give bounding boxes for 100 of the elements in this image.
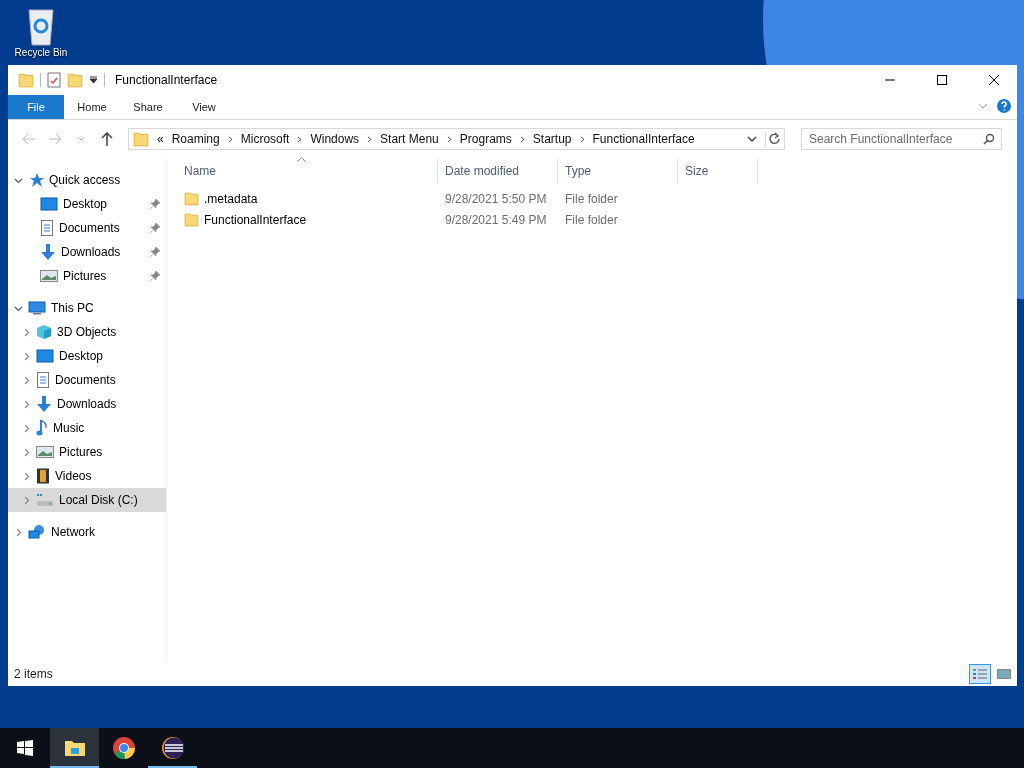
nav-item[interactable]: Desktop — [8, 192, 166, 216]
folder-icon — [184, 212, 199, 227]
pin-icon[interactable] — [150, 223, 160, 233]
column-header[interactable]: Name — [177, 158, 438, 184]
picture-icon — [997, 668, 1011, 680]
star-icon — [28, 172, 44, 188]
music-note-icon — [36, 419, 48, 437]
table-cell-text: 9/28/2021 5:50 PM — [444, 191, 548, 206]
ribbon-tab[interactable]: View — [176, 95, 232, 119]
document-icon — [40, 220, 54, 236]
table-cell-text: 9/28/2021 5:49 PM — [444, 212, 548, 227]
network-icon — [28, 524, 46, 540]
nav-item[interactable]: Local Disk (C:) — [8, 488, 166, 512]
file-name[interactable]: .metadata — [177, 191, 438, 206]
window-title: FunctionalInterface — [115, 73, 219, 87]
breadcrumb[interactable]: FunctionalInterface — [592, 132, 695, 146]
chevron-down-icon[interactable] — [747, 135, 757, 143]
address-bar[interactable]: « Roaming Microsoft Windows Start Menu Programs Startup FunctionalInterface — [128, 128, 785, 150]
chevron-right-icon[interactable] — [22, 375, 31, 385]
nav-item[interactable]: Downloads — [8, 240, 166, 264]
chevron-right-icon[interactable] — [22, 423, 31, 433]
document-icon — [36, 372, 50, 388]
breadcrumb-separator-icon[interactable] — [519, 135, 525, 143]
column-header[interactable]: Type — [558, 158, 678, 184]
properties-icon[interactable] — [47, 72, 61, 88]
dropdown-icon[interactable] — [89, 76, 98, 84]
screen-icon — [36, 349, 54, 363]
folder-icon — [63, 739, 86, 757]
search-field[interactable]: Search FunctionalInterface — [801, 128, 1002, 150]
nav-item[interactable]: Videos — [8, 464, 166, 488]
details-view-button[interactable] — [969, 664, 991, 684]
column-header[interactable]: Size — [678, 158, 758, 184]
nav-item[interactable]: Pictures — [8, 440, 166, 464]
nav-item[interactable]: Quick access — [8, 168, 166, 192]
maximize-icon — [937, 75, 947, 85]
breadcrumb[interactable]: Programs — [459, 132, 512, 146]
ribbon-tab[interactable]: File — [8, 95, 64, 119]
nav-item[interactable]: 3D Objects — [8, 320, 166, 344]
file-name[interactable]: FunctionalInterface — [177, 212, 438, 227]
pin-icon[interactable] — [150, 199, 160, 209]
chevron-right-icon[interactable] — [22, 351, 31, 361]
nav-item[interactable]: Documents — [8, 216, 166, 240]
folder-icon — [184, 191, 199, 206]
recycle-bin-icon[interactable] — [26, 6, 56, 46]
sort-caret-icon — [296, 157, 306, 162]
nav-item[interactable]: Network — [8, 520, 166, 544]
folder-icon — [133, 131, 149, 147]
pin-icon[interactable] — [150, 247, 160, 257]
breadcrumb[interactable]: Startup — [532, 132, 572, 146]
item-count: 2 items — [14, 667, 54, 681]
nav-item[interactable]: Documents — [8, 368, 166, 392]
chevron-right-icon[interactable] — [22, 447, 31, 457]
breadcrumb-separator-icon[interactable] — [446, 135, 452, 143]
help-icon[interactable] — [997, 99, 1011, 113]
disk-drive-icon — [36, 493, 54, 507]
desktop-icon-label[interactable]: Recycle Bin — [14, 47, 68, 58]
picture-icon — [40, 269, 58, 283]
breadcrumb-separator-icon[interactable] — [227, 135, 233, 143]
ribbon-tab[interactable]: Share — [120, 95, 176, 119]
screen-icon — [40, 197, 58, 211]
chevron-right-icon[interactable] — [22, 495, 31, 505]
breadcrumb[interactable]: Microsoft — [240, 132, 290, 146]
down-arrow-icon — [40, 244, 56, 260]
nav-item[interactable]: This PC — [8, 296, 166, 320]
nav-item[interactable]: Pictures — [8, 264, 166, 288]
down-arrow-icon — [36, 396, 52, 412]
windows-logo-icon — [17, 740, 33, 756]
new-folder-icon — [67, 72, 83, 88]
browser-icon — [111, 736, 136, 760]
chevron-down-icon — [77, 136, 85, 142]
search-icon[interactable] — [983, 133, 995, 145]
left-arrow-icon — [22, 133, 36, 145]
breadcrumb[interactable]: Windows — [310, 132, 360, 146]
breadcrumb[interactable]: Roaming — [171, 132, 220, 146]
cube-icon — [36, 324, 52, 340]
chevron-right-icon[interactable] — [22, 327, 31, 337]
eclipse-circle-icon — [160, 736, 185, 760]
breadcrumb[interactable]: Start Menu — [380, 132, 439, 146]
ribbon-tab[interactable]: Home — [64, 95, 120, 119]
overflow-chevron[interactable]: « — [157, 132, 164, 146]
chevron-right-icon[interactable] — [22, 399, 31, 409]
chevron-right-icon[interactable] — [22, 471, 31, 481]
nav-item[interactable]: Music — [8, 416, 166, 440]
breadcrumb-separator-icon[interactable] — [579, 135, 585, 143]
nav-item[interactable]: Downloads — [8, 392, 166, 416]
details-list-icon — [973, 668, 987, 680]
table-cell-text: File folder — [564, 191, 619, 206]
nav-item[interactable]: Desktop — [8, 344, 166, 368]
folder-icon — [18, 72, 34, 88]
pin-icon[interactable] — [150, 271, 160, 281]
chevron-right-icon[interactable] — [14, 527, 23, 537]
table-cell-text: File folder — [564, 212, 619, 227]
column-header[interactable]: Date modified — [438, 158, 558, 184]
picture-icon — [36, 445, 54, 459]
right-arrow-icon — [48, 133, 62, 145]
close-icon — [989, 75, 999, 85]
breadcrumb-separator-icon[interactable] — [297, 135, 303, 143]
file-explorer-taskbar-icon[interactable] — [50, 728, 99, 768]
breadcrumb-separator-icon[interactable] — [367, 135, 373, 143]
monitor-icon — [28, 300, 46, 316]
